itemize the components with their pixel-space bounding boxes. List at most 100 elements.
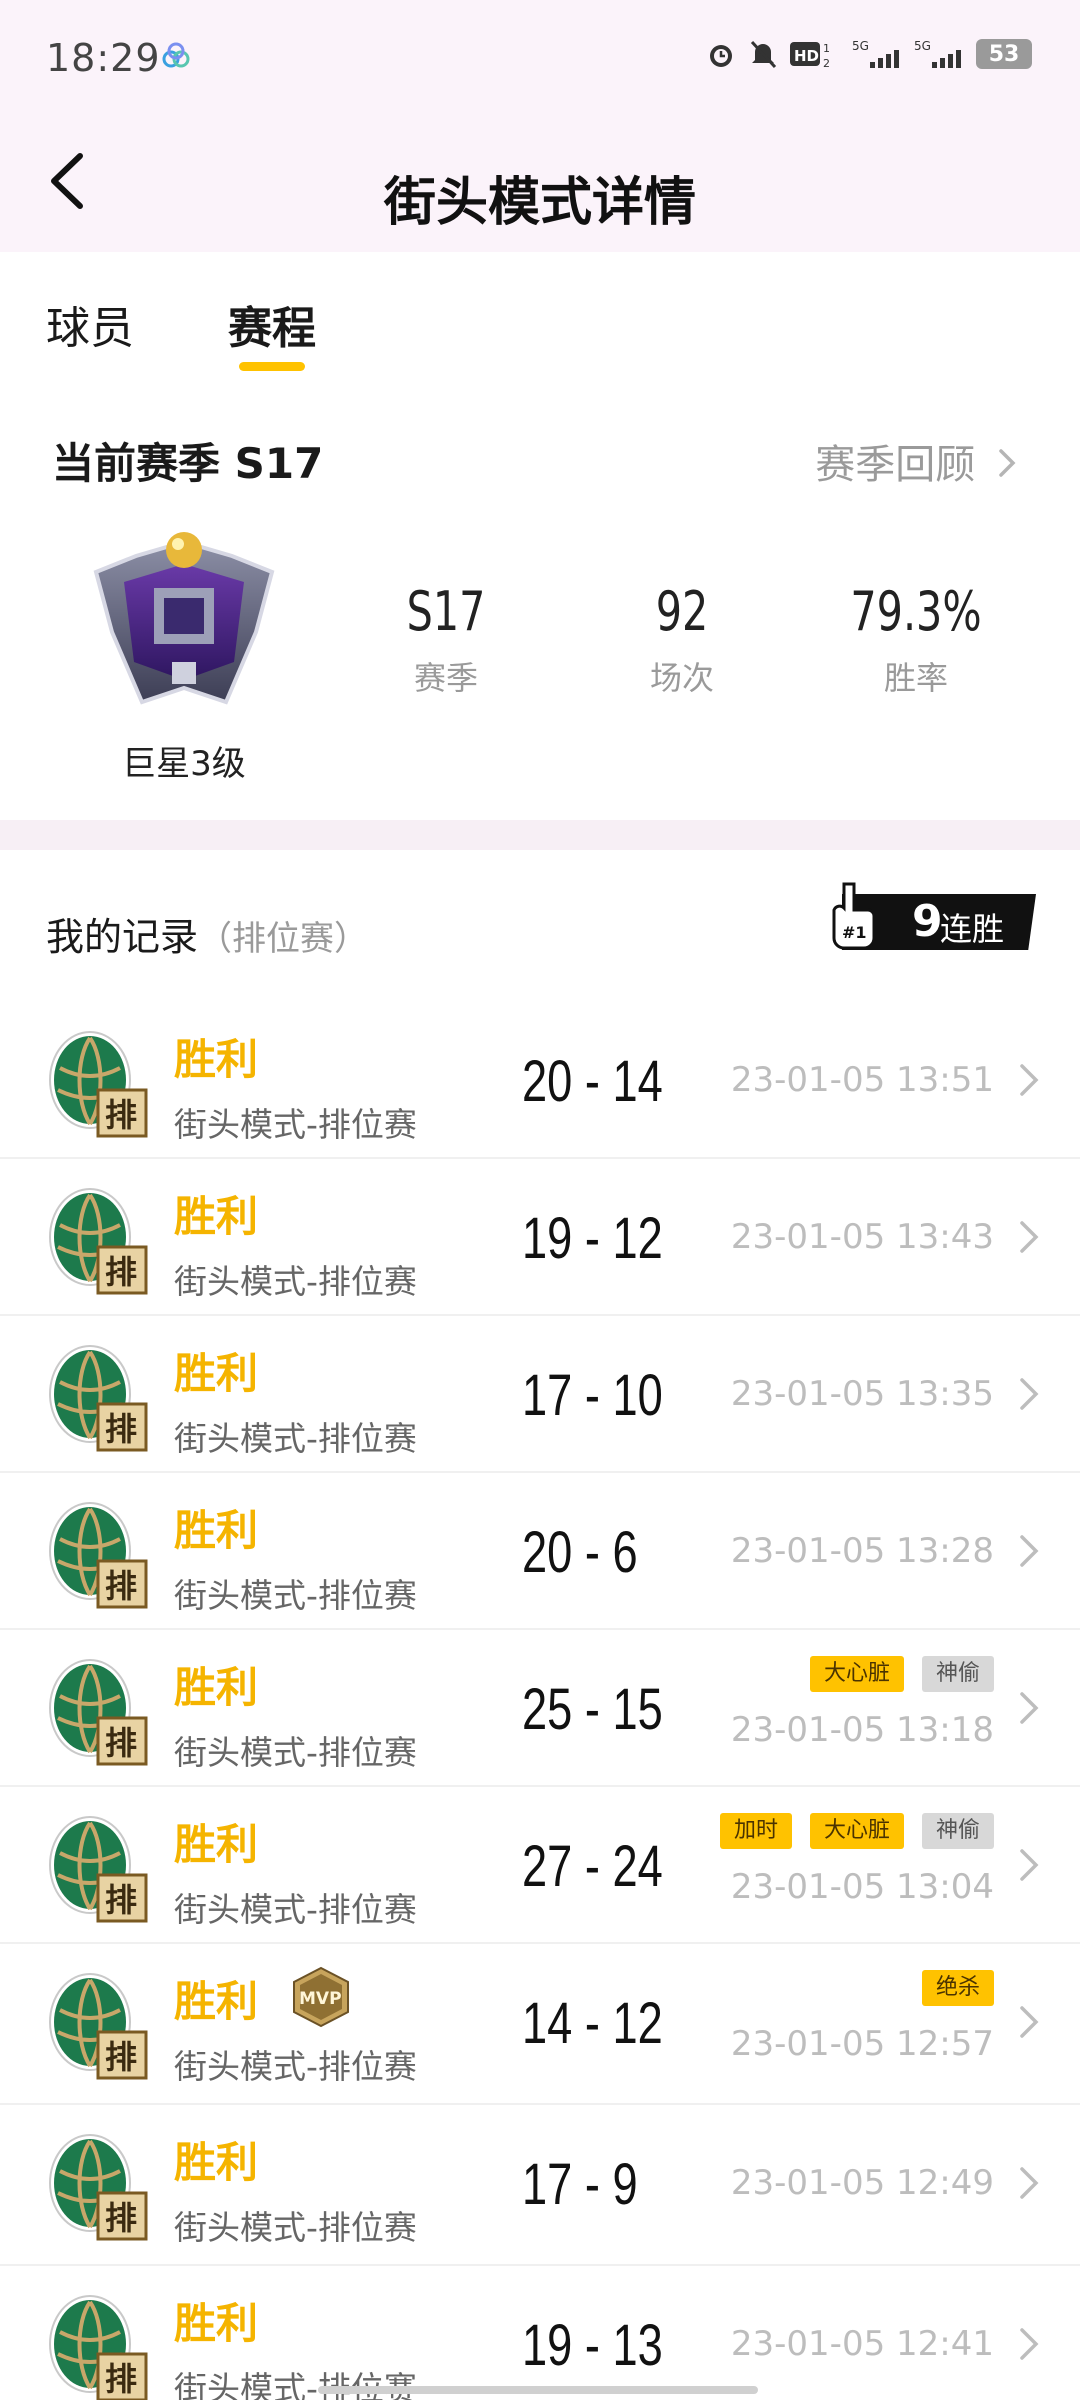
page-header: 街头模式详情 [0, 116, 1080, 252]
stat-games-value: 92 [655, 580, 709, 643]
match-time: 23-01-05 12:57 [730, 2024, 994, 2064]
match-score: 20 - 14 [522, 1049, 663, 1114]
match-list: 排 胜利 街头模式-排位赛 20 - 14 23-01-05 13:51 排 胜利 街头… [0, 1002, 1080, 2400]
status-bar: 18:29 HD 1 2 5G 5G 53 [0, 0, 1080, 116]
match-mode: 街头模式-排位赛 [174, 2047, 417, 2086]
match-score: 20 - 6 [522, 1520, 638, 1585]
match-mode: 街头模式-排位赛 [174, 2208, 417, 2247]
stat-season: S17 赛季 [336, 580, 556, 699]
match-row[interactable]: 排 胜利街头模式-排位赛 17 - 10 23-01-05 13:35 [0, 1316, 1080, 1473]
match-time: 23-01-05 12:41 [730, 2324, 994, 2364]
match-result: 胜利 [174, 1349, 259, 1398]
season-review-link[interactable]: 赛季回顾 [815, 432, 1018, 490]
match-mode: 街头模式-排位赛 [174, 1733, 417, 1772]
svg-text:排: 排 [105, 2360, 137, 2398]
match-mode: 街头模式-排位赛 [174, 1105, 417, 1144]
stat-winrate-value: 79.3% [850, 580, 982, 643]
foam-finger-icon: #1 [832, 882, 876, 950]
match-row[interactable]: 排 胜利 街头模式-排位赛 17 - 9 23-01-05 12:49 [0, 2105, 1080, 2266]
mvp-badge-icon: MVP [293, 1966, 349, 2028]
match-tag: 加时 [719, 1813, 792, 1849]
match-row[interactable]: 排 胜利 街头模式-排位赛 20 - 6 23-01-05 13:28 [0, 1473, 1080, 1630]
chevron-right-icon [999, 449, 1016, 477]
chevron-right-icon [1020, 1692, 1039, 1724]
chevron-right-icon [1020, 1064, 1039, 1096]
match-row[interactable]: 排 胜利 街头模式-排位赛 25 - 15 大心脏 神偷 23-01-05 13:18 [0, 1630, 1080, 1787]
match-row[interactable]: 排 胜利街头模式-排位赛 19 - 12 23-01-05 13:43 [0, 1159, 1080, 1316]
ranked-mode-icon: 排 [49, 1502, 148, 1609]
ranked-mode-icon: 排 [49, 1188, 148, 1295]
match-mode: 街头模式-排位赛 [174, 1890, 417, 1929]
section-divider [0, 820, 1080, 850]
rank-label: 巨星3级 [122, 744, 246, 784]
streak-label: 连胜 [940, 910, 1005, 948]
match-result: 胜利 [174, 2138, 259, 2187]
svg-text:排: 排 [105, 1567, 137, 1605]
match-tags: 加时 大心脏 神偷 [719, 1813, 994, 1849]
match-tag: 大心脏 [809, 1656, 904, 1692]
5g-signal-icon: 5G [852, 39, 899, 68]
records-title: 我的记录（排位赛） [46, 906, 368, 961]
win-streak-badge: #1 9 连胜 [822, 880, 1036, 952]
match-mode: 街头模式-排位赛 [174, 2369, 417, 2400]
match-result: 胜利 [174, 1977, 259, 2026]
match-tag: 绝杀 [921, 1970, 994, 2006]
match-row[interactable]: 排 胜利 MVP 街头模式-排位赛 14 - 12 绝杀 23-01-05 12:57 [0, 1944, 1080, 2105]
match-time: 23-01-05 13:35 [730, 1374, 994, 1414]
records-title-text: 我的记录 [46, 915, 199, 959]
match-score: 17 - 10 [522, 1363, 663, 1428]
active-tab-indicator [239, 362, 305, 371]
match-score: 17 - 9 [522, 2152, 638, 2217]
stat-season-label: 赛季 [413, 659, 478, 697]
ranked-mode-icon: 排 [49, 1031, 148, 1138]
ranked-mode-icon: 排 [49, 1345, 148, 1452]
svg-text:5G: 5G [852, 39, 869, 53]
tab-bar: 球员 赛程 [0, 252, 1080, 382]
chevron-right-icon [1020, 1535, 1039, 1567]
records-subtitle: （排位赛） [198, 919, 369, 959]
match-mode: 街头模式-排位赛 [174, 1419, 417, 1458]
tab-schedule[interactable]: 赛程 [228, 292, 316, 356]
status-icons: HD 1 2 5G 5G 53 [706, 38, 1032, 70]
match-result: 胜利 [174, 1820, 259, 1869]
match-tag: 神偷 [921, 1813, 994, 1849]
hd-icon: HD 1 2 [790, 42, 830, 70]
match-time: 23-01-05 13:04 [730, 1867, 994, 1907]
5g-signal-icon: 5G [914, 39, 961, 68]
stat-winrate-label: 胜率 [883, 659, 948, 697]
match-time: 23-01-05 13:51 [730, 1060, 994, 1100]
status-time: 18:29 [46, 36, 161, 80]
svg-text:HD: HD [794, 47, 819, 65]
chevron-right-icon [1020, 2167, 1039, 2199]
svg-text:排: 排 [105, 1724, 137, 1762]
svg-text:#1: #1 [842, 923, 867, 942]
stat-winrate: 79.3% 胜率 [806, 580, 1026, 699]
app-cloud-icon [162, 42, 190, 68]
match-row[interactable]: 排 胜利 街头模式-排位赛 20 - 14 23-01-05 13:51 [0, 1002, 1080, 1159]
chevron-right-icon [1020, 1221, 1039, 1253]
season-review-label: 赛季回顾 [815, 442, 976, 488]
svg-text:MVP: MVP [299, 1989, 342, 2009]
season-title: 当前赛季 S17 [52, 439, 324, 488]
ranked-mode-icon: 排 [49, 2134, 148, 2241]
page-title: 街头模式详情 [383, 173, 696, 233]
svg-text:5G: 5G [914, 39, 931, 53]
svg-text:1: 1 [823, 42, 830, 55]
match-score: 19 - 12 [522, 1206, 663, 1271]
streak-count: 9 [912, 896, 943, 947]
tab-players[interactable]: 球员 [46, 292, 134, 356]
stat-games: 92 场次 [572, 580, 792, 699]
match-row[interactable]: 排 胜利 街头模式-排位赛 27 - 24 加时 大心脏 神偷 23-01-05 13:04 [0, 1787, 1080, 1944]
svg-text:排: 排 [105, 1253, 137, 1291]
match-time: 23-01-05 13:43 [730, 1217, 994, 1257]
svg-text:排: 排 [105, 2199, 137, 2237]
svg-text:2: 2 [823, 57, 830, 70]
match-score: 25 - 15 [522, 1677, 663, 1742]
ranked-mode-icon: 排 [49, 2295, 148, 2400]
match-result: 胜利 [174, 1192, 259, 1241]
home-indicator[interactable] [318, 2386, 758, 2394]
mute-icon [750, 40, 777, 69]
match-row[interactable]: 排 胜利 街头模式-排位赛 19 - 13 23-01-05 12:41 [0, 2266, 1080, 2400]
ranked-mode-icon: 排 [49, 1816, 148, 1923]
match-mode: 街头模式-排位赛 [174, 1262, 417, 1301]
